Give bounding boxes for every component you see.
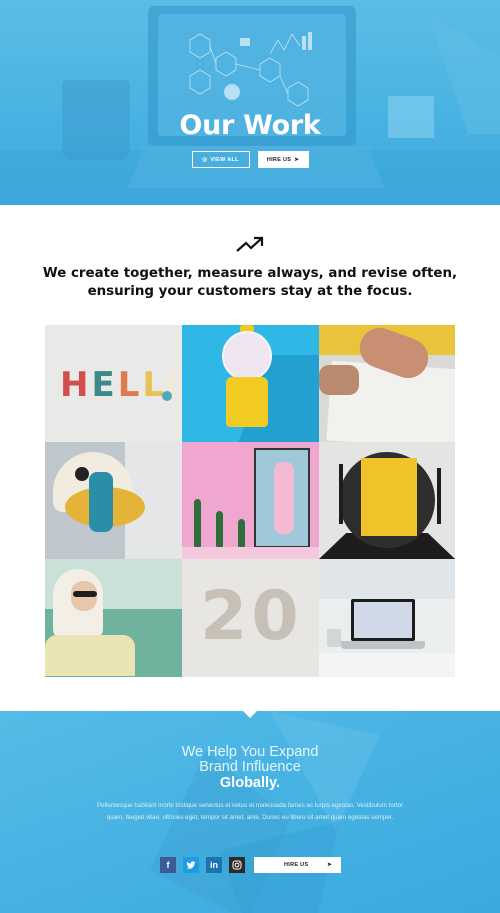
woman-shirt: [45, 635, 135, 676]
footer-hire-us-label: HIRE US: [284, 862, 309, 868]
hire-us-button[interactable]: HIRE US ➤: [257, 151, 309, 168]
woman-sunglasses: [73, 591, 97, 597]
social-links: f in: [160, 857, 245, 873]
hero-buttons: ◎ VIEW ALL HIRE US ➤: [0, 151, 500, 168]
view-all-label: VIEW ALL: [210, 156, 239, 163]
portfolio-item-book[interactable]: [319, 442, 455, 559]
intro-section: We create together, measure always, and …: [0, 205, 500, 320]
hire-us-label: HIRE US: [266, 156, 292, 163]
cta-heading-line2: Brand Influence: [199, 759, 301, 775]
book-cover: [361, 458, 417, 536]
portfolio-item-hello[interactable]: HELLO: [45, 325, 182, 442]
portfolio-grid: HELLO: [45, 325, 455, 677]
laptop-wall: [319, 559, 455, 599]
gumball-base: [226, 377, 268, 427]
trending-up-icon: [236, 236, 264, 252]
laptop-desk: [319, 653, 455, 677]
cta-heading-bold: Globally.: [219, 775, 281, 791]
portfolio-item-drawing[interactable]: [319, 325, 455, 442]
portfolio-item-laptop[interactable]: [319, 559, 455, 677]
twitter-icon[interactable]: [183, 857, 199, 873]
laptop-mug: [327, 629, 341, 647]
portfolio-item-cactus[interactable]: [182, 442, 319, 559]
hero-diagram-graphic: [189, 32, 312, 107]
eye-icon: ◎: [202, 156, 208, 163]
section-notch: [242, 711, 258, 718]
paper-plane-icon: ➤: [294, 156, 300, 163]
knife: [339, 464, 343, 524]
paper-plane-icon: ➤: [327, 862, 332, 868]
laptop-keyboard: [341, 641, 425, 649]
cta-heading-line1: We Help You Expand: [181, 744, 319, 760]
cta-heading: We Help You Expand Brand Influence: [0, 745, 500, 775]
portfolio-item-gumball[interactable]: [182, 325, 319, 442]
facebook-icon[interactable]: f: [160, 857, 176, 873]
footer-hire-us-button[interactable]: HIRE US ➤: [254, 857, 341, 873]
plant-decor: [162, 391, 172, 401]
drawing-hand-left: [319, 365, 359, 395]
cta-section: We Help You Expand Brand Influence Globa…: [0, 711, 500, 913]
intro-headline: We create together, measure always, and …: [42, 266, 458, 299]
laptop-screen-content: [354, 602, 412, 638]
cactus-3: [238, 519, 245, 549]
linkedin-icon[interactable]: in: [206, 857, 222, 873]
cta-paragraph: Pellentesque habitant morbi tristique se…: [96, 802, 404, 821]
lobster-art: [274, 462, 294, 534]
portfolio-item-twenty[interactable]: 20: [182, 559, 319, 677]
instagram-icon[interactable]: [229, 857, 245, 873]
cactus-2: [216, 511, 223, 549]
pink-floor: [182, 547, 319, 559]
portfolio-item-woman[interactable]: [45, 559, 182, 677]
mural-duck-eye: [75, 467, 89, 481]
cactus-1: [194, 499, 201, 549]
view-all-button[interactable]: ◎ VIEW ALL: [191, 151, 250, 168]
portfolio-item-mural[interactable]: [45, 442, 182, 559]
gumball-globe: [222, 331, 272, 381]
hero-section: Our Work ◎ VIEW ALL HIRE US ➤: [0, 0, 500, 205]
twenty-artwork: 20: [200, 577, 303, 656]
mural-person: [89, 472, 113, 532]
fork: [437, 468, 441, 524]
page-title: Our Work: [179, 110, 321, 141]
